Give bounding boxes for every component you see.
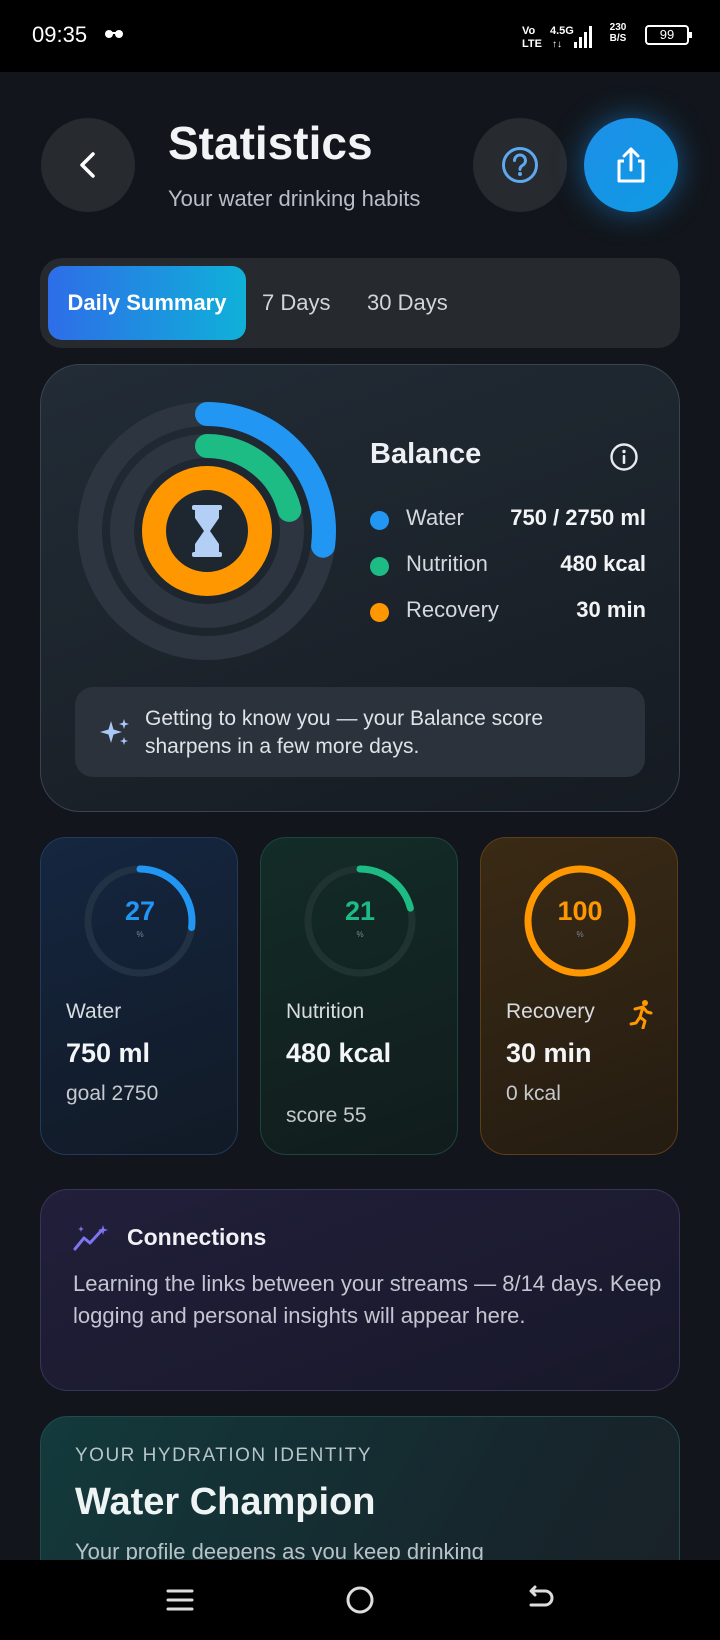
back-button[interactable] <box>41 118 135 212</box>
volte-signal-icon: Vo LTE 4.5G ↑↓ <box>522 25 592 50</box>
water-label: Water <box>66 1000 122 1023</box>
recovery-value: 30 min <box>506 1038 592 1068</box>
recovery-label: Recovery <box>506 1000 595 1023</box>
page-subtitle: Your water drinking habits <box>168 186 421 211</box>
legend-label: Recovery <box>406 597 499 622</box>
water-goal: goal 2750 <box>66 1082 159 1105</box>
legend-row-water: Water 750 / 2750 ml <box>370 503 646 533</box>
network-speed-unit: B/S <box>609 33 627 44</box>
nutrition-label: Nutrition <box>286 1000 365 1023</box>
legend-value: 480 kcal <box>560 551 646 576</box>
period-tabs: Daily Summary 7 Days 30 Days <box>40 258 680 348</box>
water-score-unit: % <box>136 930 144 939</box>
recovery-score: 100 <box>557 896 603 926</box>
chevron-left-icon <box>80 152 95 178</box>
running-icon <box>629 1000 653 1029</box>
back-nav-icon[interactable] <box>522 1582 558 1618</box>
tab-daily-summary[interactable]: Daily Summary <box>48 266 246 340</box>
connections-card[interactable]: Connections Learning the links between y… <box>40 1189 680 1391</box>
share-icon <box>617 147 645 183</box>
share-button[interactable] <box>584 118 678 212</box>
metric-card-nutrition[interactable]: 21 % Nutrition 480 kcal score 55 <box>260 837 458 1155</box>
recovery-kcal: 0 kcal <box>506 1082 561 1105</box>
svg-text:4.5G: 4.5G <box>550 25 574 37</box>
nutrition-value: 480 kcal <box>286 1038 392 1068</box>
system-nav-bar <box>0 1560 720 1640</box>
water-score: 27 <box>124 896 156 926</box>
identity-eyebrow: YOUR HYDRATION IDENTITY <box>75 1445 372 1466</box>
info-icon[interactable] <box>609 442 639 472</box>
connections-title: Connections <box>127 1224 267 1250</box>
tab-7-days[interactable]: 7 Days <box>262 266 330 340</box>
network-speed-value: 230 <box>609 22 627 33</box>
network-speed: 230 B/S <box>602 22 634 50</box>
legend-dot-water <box>370 511 389 530</box>
status-time: 09:35 <box>32 22 88 47</box>
balance-hint: Getting to know you — your Balance score… <box>75 687 645 777</box>
nutrition-score-text: score 55 <box>286 1104 367 1127</box>
legend-label: Nutrition <box>406 551 488 576</box>
svg-text:LTE: LTE <box>522 38 542 50</box>
privacy-glasses-icon <box>105 30 123 38</box>
legend-dot-nutrition <box>370 557 389 576</box>
water-value: 750 ml <box>66 1038 151 1068</box>
metric-card-water[interactable]: 27 % Water 750 ml goal 2750 <box>40 837 238 1155</box>
nutrition-score-unit: % <box>356 930 364 939</box>
recent-apps-icon[interactable] <box>162 1582 198 1618</box>
legend-row-nutrition: Nutrition 480 kcal <box>370 549 646 579</box>
identity-title: Water Champion <box>75 1481 376 1523</box>
connections-text: Learning the links between your streams … <box>73 1271 662 1328</box>
svg-text:↑↓: ↑↓ <box>552 39 562 50</box>
legend-label: Water <box>406 505 464 530</box>
svg-text:Vo: Vo <box>522 25 536 37</box>
help-button[interactable] <box>473 118 567 212</box>
hint-text: Getting to know you — your Balance score… <box>145 707 544 758</box>
balance-title: Balance <box>370 438 482 470</box>
sparkle-icon <box>100 719 129 745</box>
hourglass-icon <box>192 505 222 557</box>
question-mark-icon <box>502 147 538 183</box>
legend-row-recovery: Recovery 30 min <box>370 595 646 625</box>
balance-rings-chart <box>78 402 336 660</box>
tab-30-days[interactable]: 30 Days <box>367 266 448 340</box>
battery-indicator: 99 <box>645 25 692 45</box>
page-title: Statistics <box>168 117 373 169</box>
status-bar: 09:35 Vo LTE 4.5G ↑↓ 230 B/S 99 <box>0 0 720 72</box>
metric-card-recovery[interactable]: 100 % Recovery 30 min 0 kcal <box>480 837 678 1155</box>
legend-dot-recovery <box>370 603 389 622</box>
recovery-score-unit: % <box>576 930 584 939</box>
home-icon[interactable] <box>342 1582 378 1618</box>
trend-sparkle-icon <box>73 1225 108 1251</box>
nutrition-score: 21 <box>344 896 376 926</box>
legend-value: 750 / 2750 ml <box>510 505 646 530</box>
legend-value: 30 min <box>576 597 646 622</box>
